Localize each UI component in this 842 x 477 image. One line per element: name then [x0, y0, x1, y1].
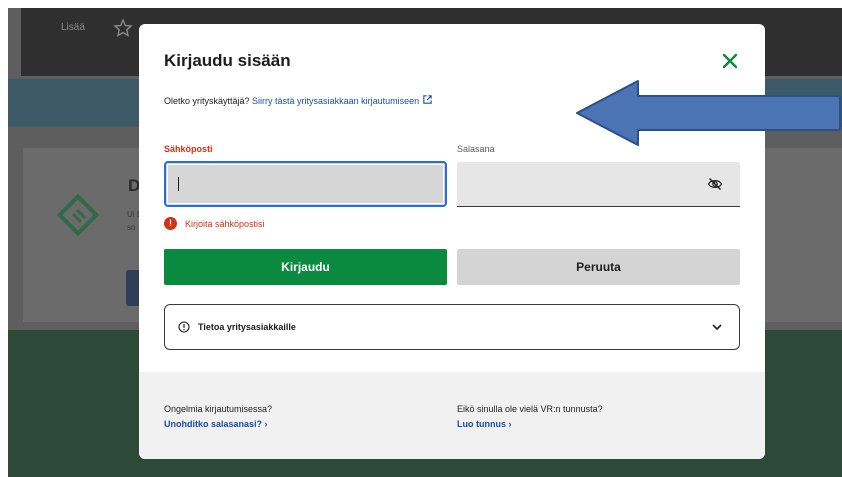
- chevron-down-icon[interactable]: [711, 322, 723, 332]
- info-icon: [178, 321, 190, 333]
- login-button[interactable]: Kirjaudu: [164, 249, 447, 285]
- business-info-accordion[interactable]: Tietoa yritysasiakkaille: [164, 304, 740, 350]
- create-account-link[interactable]: Luo tunnus ›: [457, 419, 511, 429]
- business-login-link[interactable]: Siirry tästä yritysasiakkaan kirjautumis…: [252, 94, 433, 106]
- business-login-link-text[interactable]: Siirry tästä yritysasiakkaan kirjautumis…: [252, 96, 419, 106]
- password-input[interactable]: [457, 162, 740, 207]
- business-login-row: Oletko yrityskäyttäjä? Siirry tästä yrit…: [164, 94, 433, 106]
- password-label: Salasana: [457, 144, 495, 154]
- external-link-icon[interactable]: [422, 94, 433, 105]
- dialog-title: Kirjaudu sisään: [164, 51, 291, 70]
- hide-password-icon[interactable]: [707, 177, 723, 191]
- email-error-text: Kirjoita sähköpostisi: [185, 218, 265, 229]
- login-problems-text: Ongelmia kirjautumisessa?: [164, 404, 273, 414]
- email-input[interactable]: [164, 161, 447, 207]
- background-nav-more: Lisää: [61, 22, 85, 33]
- forgot-password-link[interactable]: Unohditko salasanasi? ›: [164, 419, 268, 429]
- ticket-icon: [56, 193, 100, 237]
- business-prompt: Oletko yrityskäyttäjä?: [164, 96, 250, 106]
- error-icon: !: [164, 217, 177, 230]
- cancel-button[interactable]: Peruuta: [457, 249, 740, 285]
- close-icon[interactable]: [720, 51, 740, 71]
- text-caret: [178, 177, 179, 191]
- annotation-arrow: [576, 80, 841, 146]
- no-account-text: Eikö sinulla ole vielä VR:n tunnusta?: [457, 404, 603, 414]
- dialog-footer: Ongelmia kirjautumisessa? Unohditko sala…: [139, 372, 765, 459]
- email-error: ! Kirjoita sähköpostisi: [164, 217, 265, 230]
- star-icon: [113, 18, 133, 37]
- accordion-label: Tietoa yritysasiakkaille: [198, 322, 296, 332]
- email-label: Sähköposti: [164, 144, 213, 154]
